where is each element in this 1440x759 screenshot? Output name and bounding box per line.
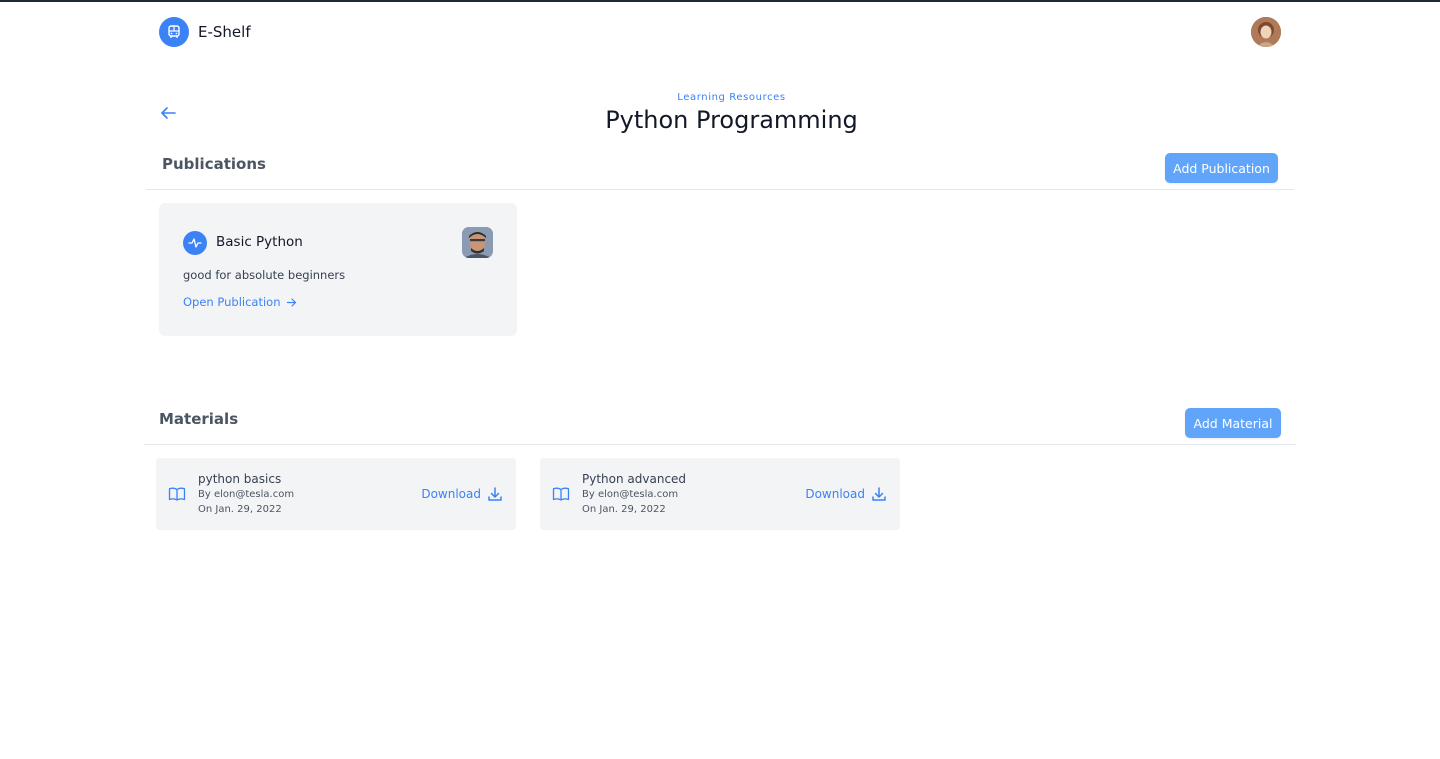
publication-title: Basic Python <box>216 234 303 250</box>
add-material-button[interactable]: Add Material <box>1185 408 1281 438</box>
publication-author-avatar <box>462 227 493 258</box>
app-logo[interactable]: E-Shelf <box>159 17 251 47</box>
download-button[interactable]: Download <box>805 486 887 502</box>
material-title: python basics <box>198 472 282 486</box>
download-label: Download <box>805 487 865 501</box>
material-author: By elon@tesla.com <box>582 489 679 500</box>
materials-heading: Materials <box>159 410 239 428</box>
open-publication-link[interactable]: Open Publication <box>183 295 297 309</box>
material-title: Python advanced <box>582 472 687 486</box>
material-date: On Jan. 29, 2022 <box>582 504 666 515</box>
page-eyebrow: Learning Resources <box>677 92 786 103</box>
activity-icon <box>183 231 207 255</box>
material-card: Python advanced By elon@tesla.com On Jan… <box>540 458 900 530</box>
download-icon <box>488 487 502 501</box>
material-card: python basics By elon@tesla.com On Jan. … <box>156 458 516 530</box>
arrow-right-icon <box>287 297 297 307</box>
publications-heading: Publications <box>162 155 266 173</box>
publication-description: good for absolute beginners <box>183 268 346 282</box>
download-button[interactable]: Download <box>421 486 503 502</box>
material-date: On Jan. 29, 2022 <box>198 504 282 515</box>
download-label: Download <box>421 487 481 501</box>
materials-divider <box>144 444 1296 445</box>
user-avatar[interactable] <box>1251 17 1281 47</box>
download-icon <box>872 487 886 501</box>
app-name: E-Shelf <box>198 23 251 41</box>
page-title: Python Programming <box>605 106 858 134</box>
book-icon <box>168 487 186 501</box>
bus-icon <box>159 17 189 47</box>
book-icon <box>552 487 570 501</box>
material-author: By elon@tesla.com <box>198 489 295 500</box>
add-publication-button[interactable]: Add Publication <box>1165 153 1278 183</box>
open-publication-label: Open Publication <box>183 295 281 309</box>
publication-card: Basic Python good for absolute beginners… <box>159 203 517 336</box>
publications-divider <box>146 189 1294 190</box>
